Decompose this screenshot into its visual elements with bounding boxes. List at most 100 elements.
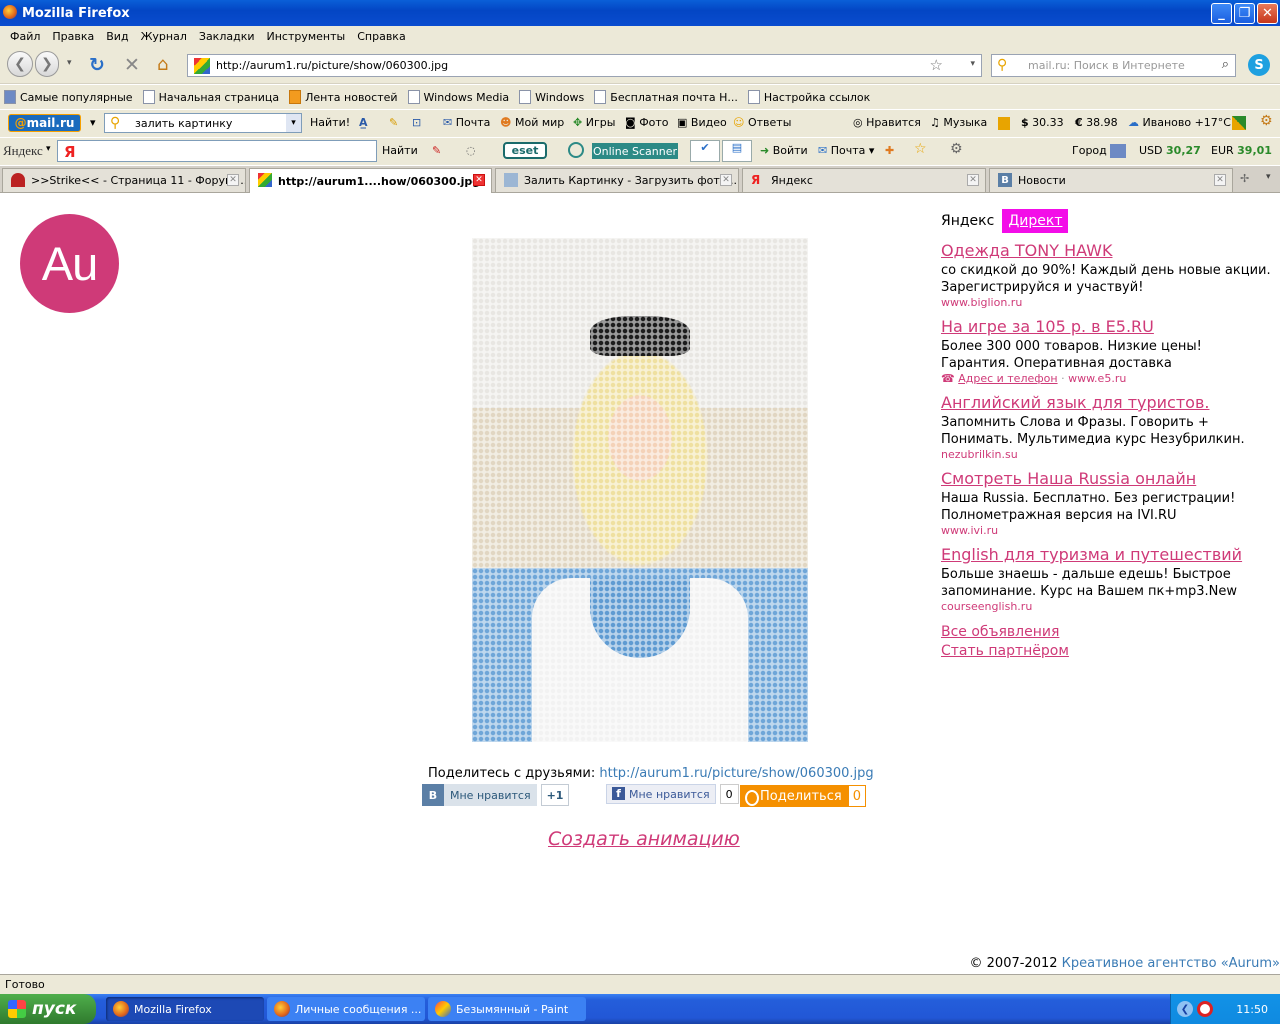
yandex-login-button[interactable]: ➜ Войти [760,144,808,157]
url-dropdown-icon[interactable]: ▾ [970,59,975,69]
eur-rate[interactable]: € 38.98 [1075,116,1118,129]
odnoklassniki-share-widget[interactable]: Поделиться 0 [740,785,866,807]
close-button[interactable]: ✕ [1257,3,1278,24]
settings-gear-icon[interactable]: ⚙ [1260,113,1273,129]
tray-expand-icon[interactable]: ❮ [1177,1001,1193,1017]
text-format-icon[interactable]: A̲ [359,116,368,129]
menu-edit[interactable]: Правка [52,30,94,43]
online-scanner-button[interactable]: Online Scanner [592,143,678,159]
home-icon[interactable]: ⌂ [157,54,168,75]
bookmark-link-settings[interactable]: Настройка ссылок [747,90,870,104]
reload-icon[interactable]: ↻ [89,54,105,76]
eset-scan-icon[interactable] [568,142,584,158]
bookmark-popular[interactable]: Самые популярные [4,90,133,104]
start-button[interactable]: пуск [0,994,96,1024]
ad-title-link[interactable]: Смотреть Наша Russia онлайн [941,469,1271,488]
menu-help[interactable]: Справка [357,30,405,43]
spellcheck-icon[interactable]: ✔ [690,140,720,162]
mailru-likes-link[interactable]: ◎ Нравится [853,116,921,129]
mailru-video-link[interactable]: ▣ Видео [677,116,727,129]
comment-icon[interactable]: ◌ [466,144,476,157]
notification-icon[interactable] [998,117,1010,130]
vk-like-widget[interactable]: B Мне нравится +1 [422,784,570,806]
tab-news[interactable]: B Новости ✕ [989,168,1233,192]
tab-list-icon[interactable]: ▾ [1266,172,1271,182]
all-ads-link[interactable]: Все объявления [941,623,1271,642]
create-animation-link[interactable]: Создать анимацию [548,828,740,850]
usd-rate[interactable]: $ 30.33 [1021,116,1064,129]
ads-direct-link[interactable]: Директ [1002,209,1069,233]
search-go-icon[interactable]: ⌕ [1222,57,1229,72]
share-link[interactable]: http://aurum1.ru/picture/show/060300.jpg [599,766,873,781]
zoom-page-icon[interactable]: ⊡ [412,116,421,129]
yandex-usd-rate[interactable]: USD 30,27 [1139,144,1201,157]
yandex-find-button[interactable]: Найти [382,144,418,157]
mailru-myworld-link[interactable]: ☻ Мой мир [500,116,564,129]
tab-close-icon[interactable]: ✕ [1214,174,1226,186]
aurum-logo[interactable]: Au [20,214,119,313]
maximize-button[interactable]: ❐ [1234,3,1255,24]
agency-link[interactable]: Креативное агентство «Aurum» [1062,956,1280,971]
ad-title-link[interactable]: На игре за 105 р. в E5.RU [941,317,1271,336]
bookmark-windows-media[interactable]: Windows Media [407,90,509,104]
mailru-music-link[interactable]: ♫ Музыка [930,116,987,129]
mailru-mail-link[interactable]: ✉ Почта [443,116,490,129]
taskbar-item-firefox[interactable]: Mozilla Firefox [106,997,264,1021]
search-input[interactable]: ⚲ mail.ru: Поиск в Интернете ⌕ [991,54,1236,77]
mailru-answers-link[interactable]: ☺ Ответы [733,116,791,129]
bookmark-windows[interactable]: Windows [519,90,584,104]
ad-url[interactable]: courseenglish.ru [941,600,1271,613]
menu-view[interactable]: Вид [106,30,128,43]
tab-strike-forum[interactable]: >>Strike<< - Страница 11 - Форум. ... ✕ [2,168,246,192]
menu-file[interactable]: Файл [10,30,40,43]
pencil-icon[interactable]: ✎ [432,144,441,157]
settings-gear-icon[interactable]: ⚙ [950,141,963,157]
mailru-dropdown-icon[interactable]: ▾ [90,116,96,129]
ad-url[interactable]: www.ivi.ru [941,524,1271,537]
highlight-icon[interactable]: ✎ [389,116,398,129]
vk-plus-one[interactable]: +1 [540,784,570,806]
taskbar-item-messages[interactable]: Личные сообщения ... [267,997,425,1021]
menu-bookmarks[interactable]: Закладки [199,30,255,43]
bookmark-news-feed[interactable]: Лента новостей [289,90,398,104]
yandex-search-input[interactable]: Я [57,140,377,162]
minimize-button[interactable]: _ [1211,3,1232,24]
menu-tools[interactable]: Инструменты [267,30,346,43]
ad-title-link[interactable]: Одежда TONY HAWK [941,241,1271,260]
yandex-mail-button[interactable]: ✉ Почта ▾ [818,144,874,157]
chevron-down-icon[interactable]: ▾ [46,144,51,154]
facebook-like-widget[interactable]: Мне нравится 0 [606,784,739,804]
bookmarks-add-icon[interactable]: ✚ [885,144,894,157]
history-dropdown-icon[interactable]: ▾ [67,58,72,68]
city-selector[interactable]: Город [1072,144,1107,157]
ad-contact-link[interactable]: Адрес и телефон [958,372,1057,385]
back-button[interactable]: ❮ [7,51,33,77]
weather-widget[interactable]: ☁ Иваново +17°C [1128,116,1231,129]
tab-aurum-picture[interactable]: http://aurum1....how/060300.jpg ✕ [249,168,492,193]
mailru-logo[interactable]: @ mail.ru [8,114,81,132]
url-bar[interactable]: http://aurum1.ru/picture/show/060300.jpg… [187,54,982,77]
search-engine-icon[interactable]: ⚲ [997,57,1007,73]
facebook-like-button[interactable]: Мне нравится [606,784,716,804]
yandex-brand[interactable]: Яндекс [3,143,43,159]
become-partner-link[interactable]: Стать партнёром [941,642,1271,661]
ad-url[interactable]: nezubrilkin.su [941,448,1271,461]
tab-upload-picture[interactable]: Залить Картинку - Загрузить фото ... ✕ [495,168,739,192]
translate-icon[interactable]: ▤ [722,140,752,162]
yandex-eur-rate[interactable]: EUR 39,01 [1211,144,1272,157]
tab-close-icon[interactable]: ✕ [227,174,239,186]
mailru-find-button[interactable]: Найти! [310,116,350,129]
favorite-star-icon[interactable]: ☆ [914,141,927,157]
ad-url[interactable]: www.e5.ru [1068,372,1126,385]
bookmark-free-mail[interactable]: Бесплатная почта Н... [594,90,738,104]
ad-url[interactable]: www.biglion.ru [941,296,1271,309]
mailru-photo-link[interactable]: ◙ Фото [625,116,669,129]
map-icon[interactable] [1110,144,1126,158]
eset-logo[interactable]: eset [503,142,547,159]
ad-title-link[interactable]: Английский язык для туристов. [941,393,1271,412]
taskbar-item-paint[interactable]: Безымянный - Paint [428,997,586,1021]
new-tab-icon[interactable]: ✢ [1240,172,1249,185]
calendar-icon[interactable] [1232,116,1246,130]
antivirus-icon[interactable] [1197,1001,1213,1017]
bookmark-home[interactable]: Начальная страница [142,90,279,104]
